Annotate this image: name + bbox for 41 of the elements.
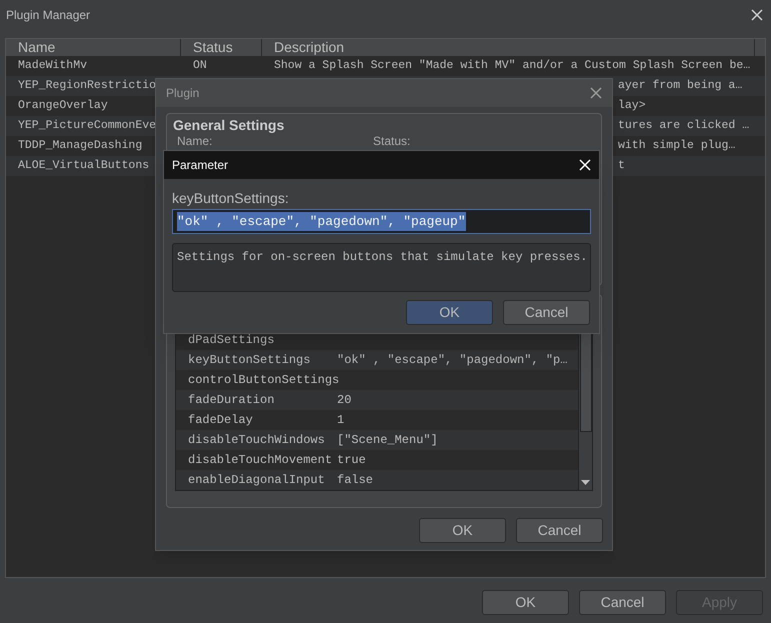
table-cell-text: enableDiagonalInput: [187, 472, 326, 489]
table-cell-text: fadeDelay: [187, 412, 254, 429]
table-cell-text: MadeWithMv: [17, 58, 88, 74]
dialog-button[interactable]: OK: [482, 590, 569, 615]
window-title: Plugin Manager: [6, 7, 90, 24]
input-field[interactable]: "ok" , "escape", "pagedown", "pageup": [172, 209, 591, 234]
parameter-label: keyButtonSettings:: [172, 189, 290, 207]
table-cell-text: disableTouchMovement: [187, 452, 334, 469]
dialog-button[interactable]: Cancel: [579, 590, 666, 615]
table-cell-text: tures are clicked …: [618, 118, 750, 134]
dialog-button[interactable]: Cancel: [516, 518, 603, 543]
dialog-title: Parameter: [172, 157, 228, 174]
description-text: Settings for on-screen buttons that simulate key presses.: [172, 243, 591, 292]
section-title: General Settings: [173, 116, 286, 134]
close-icon[interactable]: [751, 9, 763, 21]
table-cell-text: 1: [337, 412, 344, 429]
table-cell-text: "ok" , "escape", "pagedown", "p…: [337, 352, 568, 369]
dialog-button[interactable]: OK: [419, 518, 506, 543]
dialog-button[interactable]: OK: [406, 300, 493, 325]
table-cell-text: ayer from being a…: [618, 78, 742, 94]
table-cell-text: ON: [192, 58, 208, 74]
table-cell-text: with simple plug…: [618, 138, 736, 154]
field-label: Name:: [176, 134, 214, 148]
table-cell-text: ["Scene_Menu"]: [337, 432, 438, 449]
table-cell-text: false: [337, 472, 374, 489]
table-cell-text: controlButtonSettings: [187, 372, 337, 389]
table-cell-text: TDDP_ManageDashing: [17, 138, 144, 154]
scroll-down-icon[interactable]: [581, 480, 590, 486]
table-cell-text: true: [337, 452, 366, 469]
table-cell-text: 20: [337, 392, 352, 409]
table-cell-text: Show a Splash Screen "Made with MV" and/or a Custom Splash Screen be…: [273, 58, 750, 74]
table-cell-text: t: [618, 158, 625, 174]
dialog-button[interactable]: Cancel: [503, 300, 590, 325]
table-cell-text: fadeDuration: [187, 392, 276, 409]
table-cell-text: keyButtonSettings: [187, 352, 312, 369]
table-cell-text: dPadSettings: [187, 332, 276, 349]
table-cell-text: OrangeOverlay: [17, 98, 109, 114]
table-cell-text: disableTouchWindows: [187, 432, 326, 449]
dialog-title: Plugin: [166, 85, 200, 102]
field-label: Status:: [373, 134, 410, 148]
table-cell-text: lay>: [618, 98, 646, 114]
